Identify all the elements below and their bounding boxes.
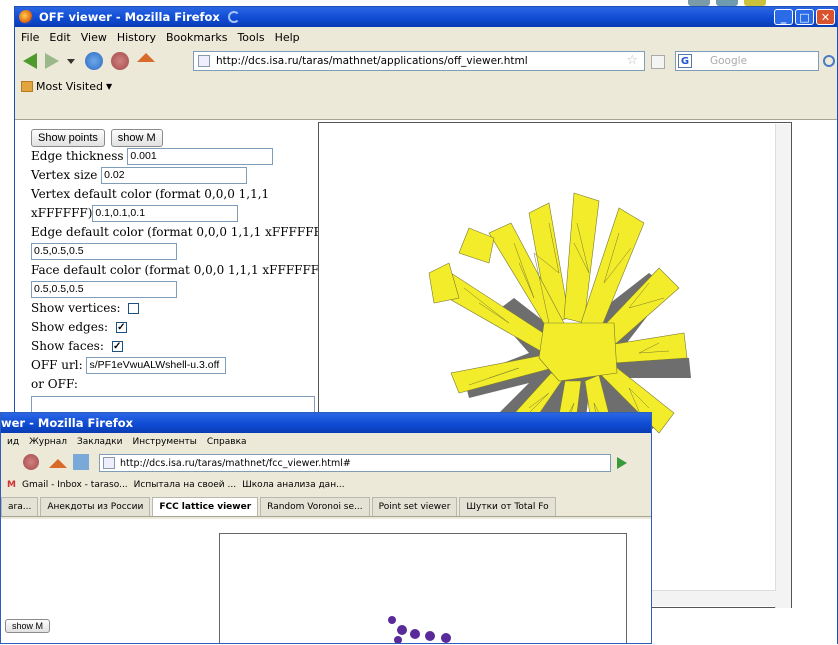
menu-help[interactable]: Help [275,31,300,44]
face-color-label: Face default color (format 0,0,0 1,1,1 x… [31,263,324,277]
show-vertices-label: Show vertices: [31,301,121,315]
off-url-label: OFF url: [31,358,83,372]
menu-bookmarks[interactable]: Bookmarks [166,31,227,44]
tab[interactable]: Point set viewer [371,497,458,516]
show-edges-checkbox[interactable]: ✓ [115,322,127,333]
menu-view[interactable]: ид [7,437,19,447]
chevron-down-icon[interactable]: ▼ [106,82,112,91]
maximize-button[interactable]: □ [795,9,814,25]
bookmark-icon[interactable] [73,454,89,470]
menu-history[interactable]: History [117,31,156,44]
vertex-size-label: Vertex size [31,168,98,182]
minimize-button[interactable]: _ [774,9,793,25]
lattice-render [388,616,451,643]
google-engine-icon[interactable]: G [678,54,692,68]
gmail-icon: M [7,480,16,490]
back-arrow-icon[interactable] [23,53,37,69]
lattice-viewer-canvas[interactable] [219,533,627,643]
bookmarks-toolbar: M Gmail - Inbox - taraso... Испытала на … [1,475,651,495]
face-color-input[interactable]: 0.5,0.5,0.5 [31,281,177,298]
window-title: wer - Mozilla Firefox [1,416,134,430]
go-arrow-icon[interactable] [617,457,627,469]
show-edges-label: Show edges: [31,320,109,334]
navigation-toolbar: http://dcs.isa.ru/taras/mathnet/fcc_view… [1,451,651,475]
menu-tools[interactable]: Инструменты [132,437,196,447]
menu-tools[interactable]: Tools [237,31,264,44]
edge-color-label: Edge default color (format 0,0,0 1,1,1 x… [31,225,327,239]
tab[interactable]: Анекдоты из России [40,497,151,516]
url-text: http://dcs.isa.ru/taras/mathnet/fcc_view… [120,457,351,469]
tab[interactable]: ara... [1,497,39,516]
search-input[interactable]: G Google [675,51,819,71]
bookmark-star-icon[interactable]: ☆ [626,53,638,68]
url-bar[interactable]: http://dcs.isa.ru/taras/mathnet/fcc_view… [99,454,611,472]
navigation-toolbar: http://dcs.isa.ru/taras/mathnet/applicat… [15,47,837,75]
firefox-window-fcc-viewer: wer - Mozilla Firefox ид Журнал Закладки… [0,412,652,644]
site-favicon-icon [103,457,115,469]
menu-bookmarks[interactable]: Закладки [77,437,123,447]
or-off-label: or OFF: [31,377,78,391]
show-m-button[interactable]: show M [110,129,163,147]
history-dropdown-icon[interactable] [67,58,75,64]
bookmark-item[interactable]: Школа анализа дан... [242,480,345,490]
bookmarks-toolbar: Most Visited ▼ [15,75,837,97]
show-faces-checkbox[interactable]: ✓ [111,341,123,352]
stop-icon[interactable] [111,52,129,70]
url-bar[interactable]: http://dcs.isa.ru/taras/mathnet/applicat… [193,51,645,71]
reload-icon[interactable] [85,52,103,70]
vertical-scrollbar[interactable] [775,124,791,608]
window-title: OFF viewer - Mozilla Firefox [39,10,220,24]
edge-thickness-input[interactable]: 0.001 [127,148,274,165]
title-bar[interactable]: OFF viewer - Mozilla Firefox _ □ ✕ [15,7,837,27]
tab[interactable]: Шутки от Total Fo [459,497,556,516]
vertex-color-label: Vertex default color (format 0,0,0 1,1,1 [31,187,270,201]
off-url-input[interactable]: s/PF1eVwuALWshell-u.3.off [86,357,227,374]
show-points-button[interactable]: Show points [31,129,105,147]
close-button[interactable]: ✕ [816,9,835,25]
site-favicon-icon [198,55,210,67]
edge-color-input[interactable]: 0.5,0.5,0.5 [31,243,177,260]
show-vertices-checkbox[interactable] [128,303,140,314]
most-visited-folder[interactable]: Most Visited [36,80,103,93]
menu-edit[interactable]: Edit [49,31,70,44]
bookmark-gmail[interactable]: Gmail - Inbox - taraso... [22,480,128,490]
tab-fcc-lattice-viewer[interactable]: FCC lattice viewer [152,497,259,516]
url-dropdown-button[interactable] [651,55,665,69]
bookmark-item[interactable]: Испытала на своей ... [134,480,236,490]
menu-view[interactable]: View [81,31,107,44]
vertex-color-input[interactable]: 0.1,0.1,0.1 [92,205,239,222]
page-content: show M [1,519,651,643]
tab[interactable]: Random Voronoi se... [260,497,370,516]
vertex-size-input[interactable]: 0.02 [101,167,248,184]
folder-icon [21,80,33,92]
show-faces-label: Show faces: [31,339,104,353]
search-placeholder: Google [710,55,748,67]
url-text: http://dcs.isa.ru/taras/mathnet/applicat… [216,55,528,67]
menu-help[interactable]: Справка [207,437,247,447]
edge-thickness-label: Edge thickness [31,149,124,163]
menu-bar: ид Журнал Закладки Инструменты Справка [1,433,651,451]
firefox-icon [19,10,33,24]
stop-icon[interactable] [23,454,39,470]
lattice-points [388,616,451,643]
viewer-controls: Show points show M Edge thickness 0.001 … [31,128,327,418]
menu-history[interactable]: Журнал [29,437,67,447]
loading-icon [227,11,240,23]
tab-bar: ara... Анекдоты из России FCC lattice vi… [1,495,651,517]
menu-bar: File Edit View History Bookmarks Tools H… [15,27,837,47]
vertex-color-label-cont: xFFFFFF) [31,206,93,220]
title-bar[interactable]: wer - Mozilla Firefox [1,413,651,433]
show-m-button[interactable]: show M [5,619,51,633]
home-icon[interactable] [49,459,67,468]
home-icon[interactable] [137,52,155,62]
forward-arrow-icon[interactable] [45,53,59,69]
search-icon[interactable] [823,55,835,67]
menu-file[interactable]: File [21,31,39,44]
